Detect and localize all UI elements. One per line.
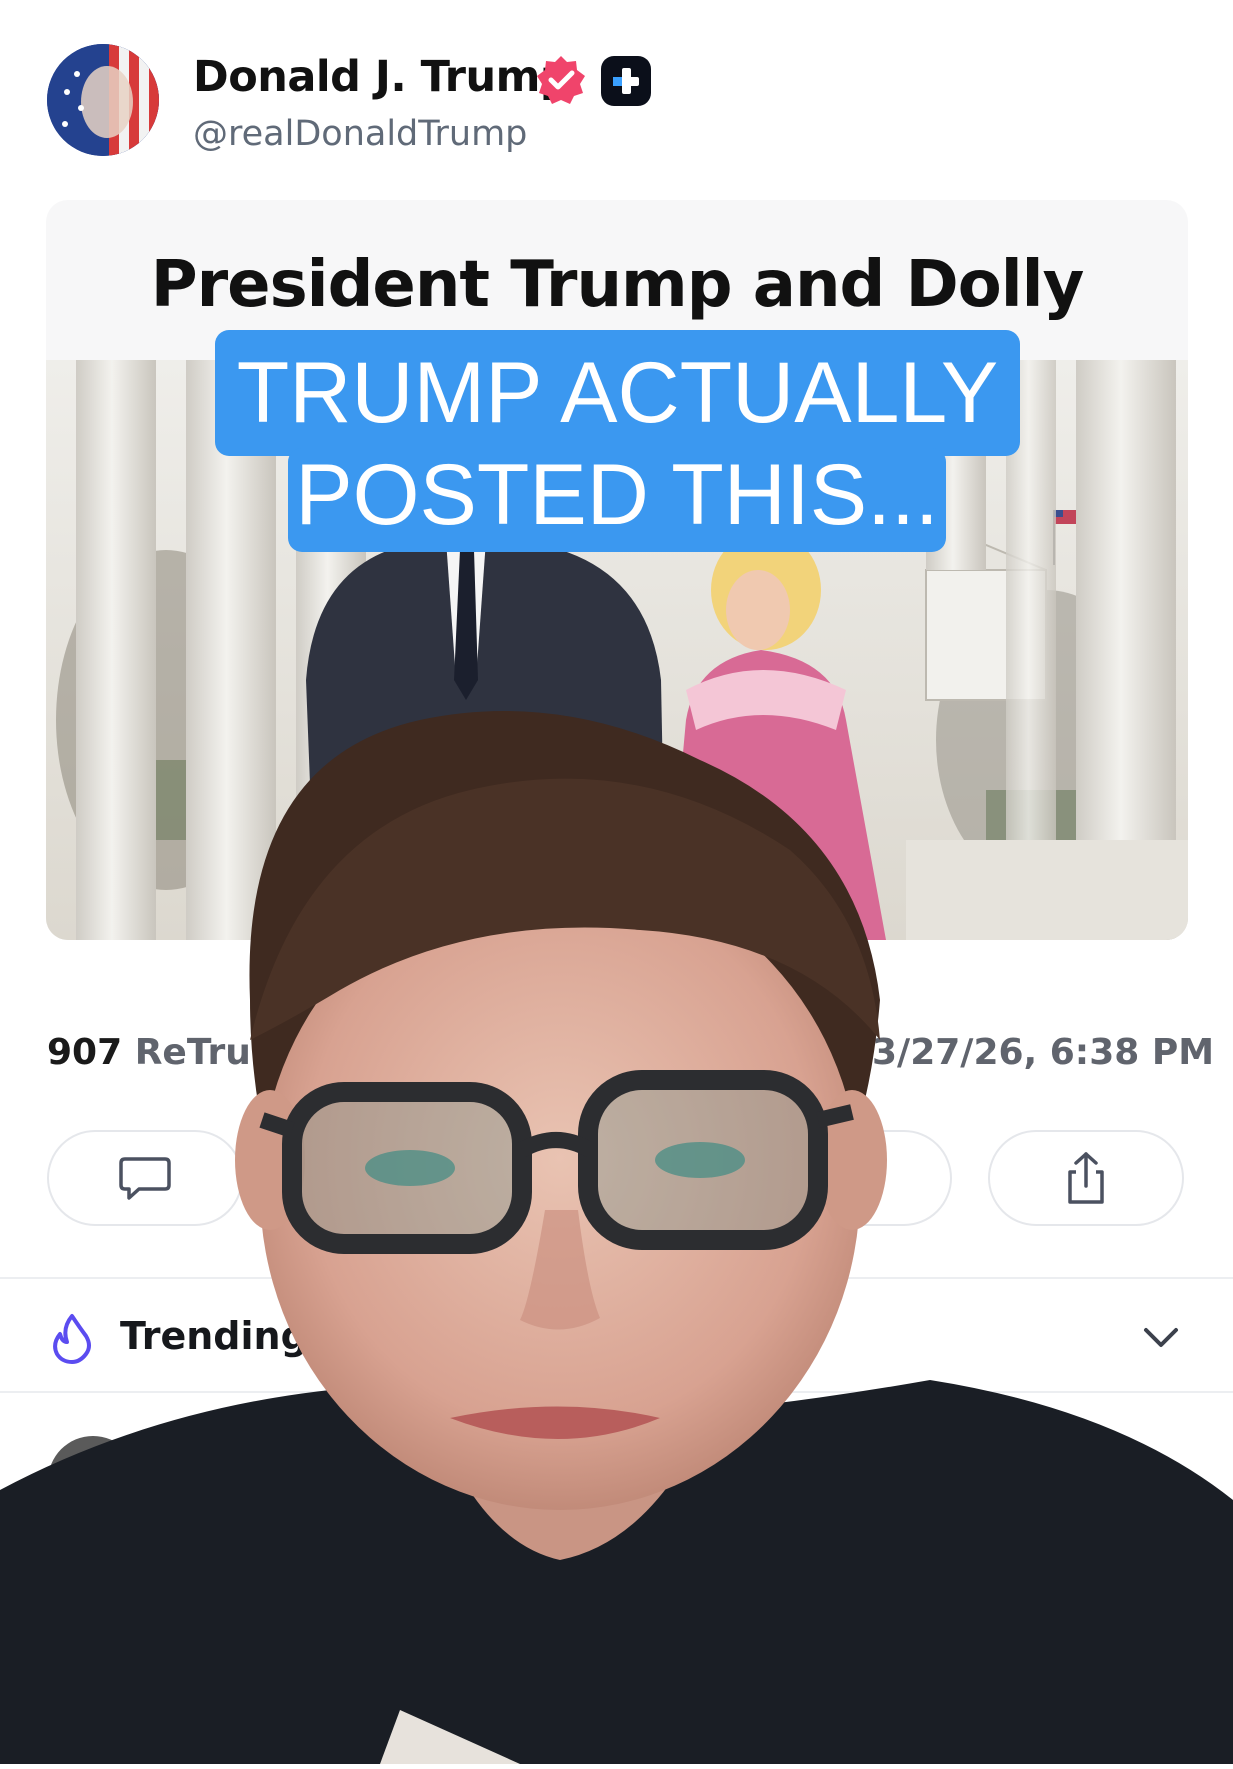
reply-button[interactable]	[47, 1130, 243, 1226]
post-media-card[interactable]: President Trump and Dolly Parton	[46, 200, 1188, 940]
video-caption-line-2: POSTED THIS...	[288, 448, 946, 552]
video-caption-line-1: TRUMP ACTUALLY	[215, 330, 1020, 456]
bookmark-button[interactable]	[756, 1130, 952, 1226]
more-dots-icon[interactable]	[1136, 1480, 1184, 1501]
bookmark-icon	[840, 1156, 868, 1200]
plus-badge-icon	[601, 56, 651, 106]
comment-icon	[119, 1157, 171, 1200]
author-display-name[interactable]: Donald J. Trump	[193, 52, 571, 102]
flame-icon	[50, 1312, 94, 1369]
retruths-stat[interactable]: 907 ReTru	[47, 1032, 251, 1073]
author-handle[interactable]: @realDonaldTrump	[193, 114, 527, 154]
chevron-down-icon[interactable]	[1140, 1322, 1182, 1359]
share-icon	[1068, 1152, 1104, 1204]
share-button[interactable]	[988, 1130, 1184, 1226]
divider	[0, 1277, 1233, 1279]
retruths-label: ReTru	[134, 1032, 251, 1073]
post-timestamp: 3/27/26, 6:38 PM	[872, 1032, 1215, 1073]
retruths-count: 907	[47, 1032, 123, 1073]
author-avatar[interactable]	[47, 44, 159, 156]
trending-section-label[interactable]: Trending	[120, 1314, 308, 1358]
divider	[0, 1391, 1233, 1393]
next-post-avatar[interactable]	[48, 1436, 138, 1526]
verified-badge-icon	[535, 54, 587, 106]
avatar-flag-portrait	[47, 44, 159, 156]
